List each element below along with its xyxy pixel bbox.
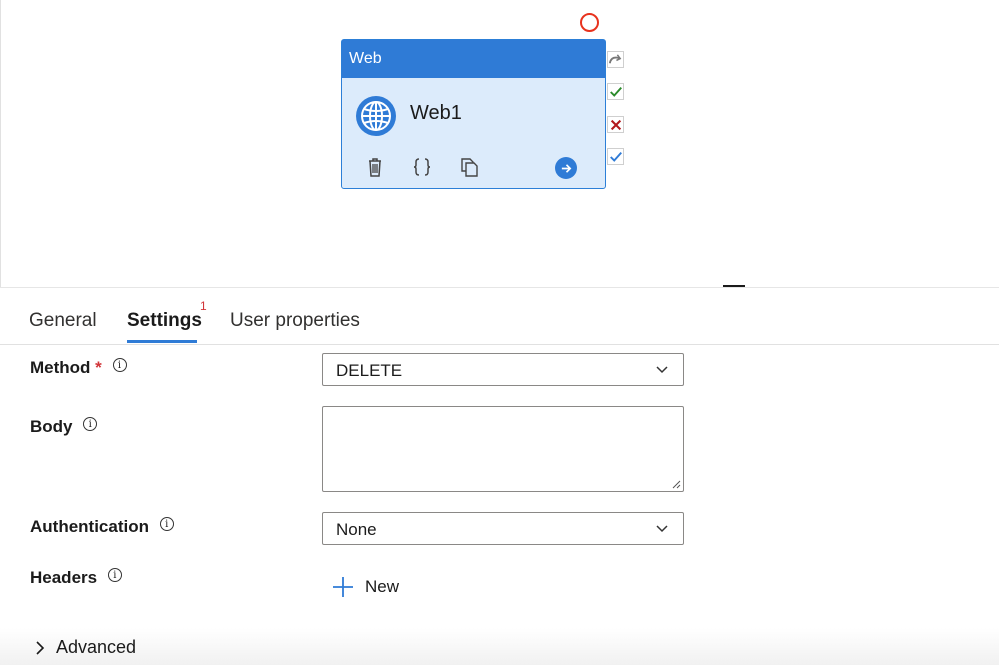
go-arrow-icon[interactable] [555, 157, 577, 179]
success-check-icon[interactable] [607, 83, 624, 100]
tab-bar: General Settings 1 User properties [0, 288, 999, 345]
validation-status-circle-icon [580, 13, 599, 32]
authentication-label: Authentication i [30, 517, 174, 537]
chevron-down-icon [656, 366, 668, 374]
tab-settings[interactable]: Settings [127, 310, 202, 332]
add-header-button[interactable]: New [332, 576, 399, 598]
completion-check-icon[interactable] [607, 148, 624, 165]
authentication-value: None [336, 520, 377, 539]
copy-icon[interactable] [458, 156, 480, 178]
plus-icon [333, 577, 353, 597]
activity-name: Web1 [410, 102, 462, 124]
chevron-right-icon [36, 640, 45, 655]
info-icon[interactable]: i [83, 417, 98, 431]
delete-icon[interactable] [364, 156, 386, 178]
required-asterisk: * [95, 358, 102, 377]
active-tab-indicator [127, 340, 197, 343]
pipeline-canvas[interactable]: Web Web1 [0, 0, 999, 288]
method-dropdown[interactable]: DELETE [322, 353, 684, 386]
info-icon[interactable]: i [107, 568, 122, 582]
authentication-label-text: Authentication [30, 517, 149, 536]
headers-label: Headers i [30, 568, 122, 588]
settings-error-badge: 1 [200, 299, 207, 313]
advanced-label: Advanced [56, 637, 137, 657]
body-textarea[interactable] [322, 406, 684, 492]
method-value: DELETE [336, 361, 403, 380]
info-icon[interactable]: i [112, 358, 127, 372]
advanced-expander[interactable]: Advanced [34, 637, 136, 658]
tab-user-properties[interactable]: User properties [230, 310, 360, 332]
skip-arrow-icon[interactable] [607, 51, 624, 68]
body-label-text: Body [30, 417, 73, 436]
method-label-text: Method [30, 358, 91, 377]
tab-general[interactable]: General [29, 310, 97, 332]
chevron-down-icon [656, 525, 668, 533]
failure-x-icon[interactable] [607, 116, 624, 133]
method-label: Method * i [30, 358, 127, 378]
resize-grip-icon[interactable] [671, 479, 681, 489]
body-label: Body i [30, 417, 98, 437]
info-icon[interactable]: i [159, 517, 174, 531]
globe-icon [356, 96, 396, 136]
headers-label-text: Headers [30, 568, 98, 587]
new-label: New [365, 577, 400, 596]
authentication-dropdown[interactable]: None [322, 512, 684, 545]
activity-type-label: Web [342, 40, 605, 78]
web-activity-card[interactable]: Web Web1 [341, 39, 606, 189]
advanced-section-bar [0, 628, 999, 665]
code-icon[interactable] [411, 156, 433, 178]
